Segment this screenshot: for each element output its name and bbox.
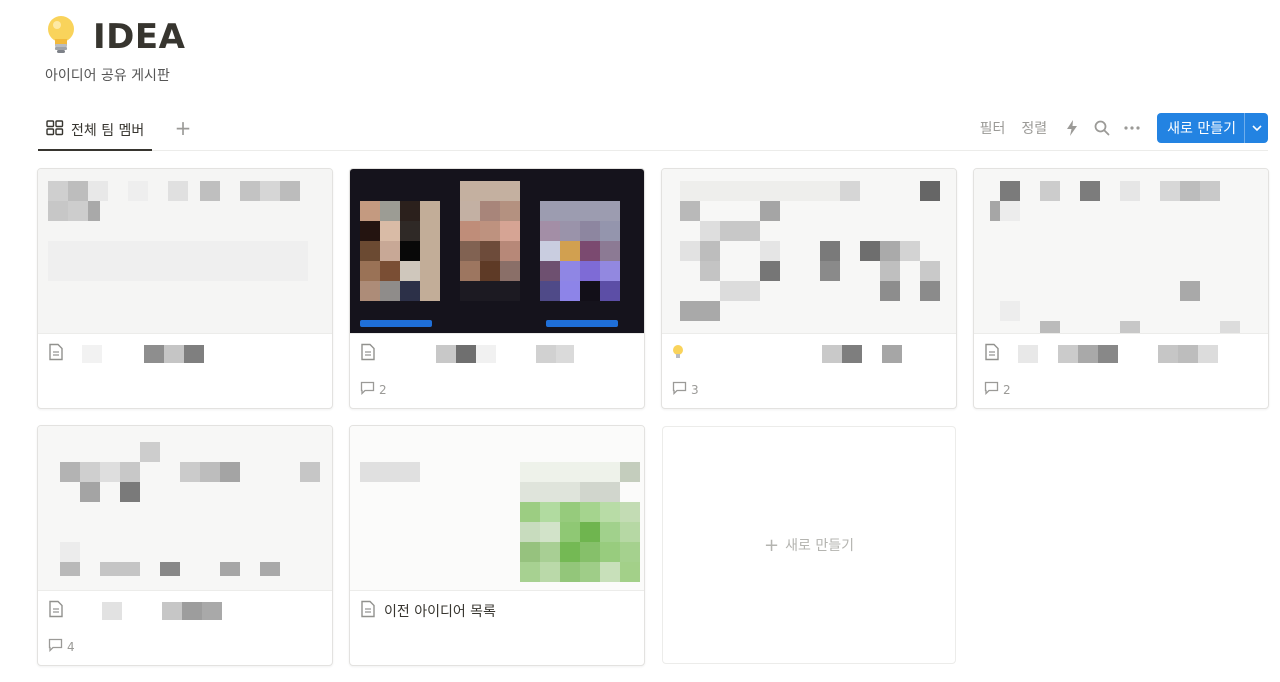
comment-icon <box>984 381 999 398</box>
card-cover-image <box>38 169 332 334</box>
gallery-card[interactable]: 2 <box>349 168 645 409</box>
gallery-card[interactable]: 4 <box>37 425 333 666</box>
comment-count-value: 2 <box>379 382 387 397</box>
gallery-card[interactable]: 2 <box>973 168 1269 409</box>
comment-icon <box>672 381 687 398</box>
gallery-card[interactable] <box>37 168 333 409</box>
card-title-text: 이전 아이디어 목록 <box>384 604 496 620</box>
gallery-card[interactable]: 3 <box>661 168 957 409</box>
lightbulb-icon <box>672 344 684 364</box>
card-title <box>984 343 1258 365</box>
more-icon[interactable] <box>1119 115 1145 141</box>
comment-count-value: 3 <box>691 382 699 397</box>
new-button[interactable]: 새로 만들기 <box>1157 113 1244 143</box>
sort-button[interactable]: 정렬 <box>1013 118 1055 138</box>
comment-count: 2 <box>984 381 1011 398</box>
plus-icon: + <box>764 534 780 556</box>
card-title: 이전 아이디어 목록 <box>360 600 634 622</box>
new-button-group: 새로 만들기 <box>1157 113 1268 143</box>
tab-label: 전체 팀 멤버 <box>71 123 145 139</box>
tab-all-team-members[interactable]: 전체 팀 멤버 <box>38 111 153 151</box>
comment-icon <box>48 638 63 655</box>
comment-count: 3 <box>672 381 699 398</box>
lightbulb-icon[interactable] <box>44 14 78 54</box>
chevron-down-icon[interactable] <box>1244 113 1268 143</box>
comment-count: 2 <box>360 381 387 398</box>
gallery-icon <box>46 120 64 140</box>
page-icon <box>48 343 64 365</box>
filter-button[interactable]: 필터 <box>972 118 1014 138</box>
comment-count-value: 2 <box>1003 382 1011 397</box>
new-card-button[interactable]: + 새로 만들기 <box>662 426 956 664</box>
card-title <box>360 343 634 365</box>
comment-count: 4 <box>48 638 75 655</box>
new-card-label: 새로 만들기 <box>785 538 854 554</box>
page-icon <box>360 343 376 365</box>
automation-bolt-icon[interactable] <box>1059 115 1085 141</box>
plus-icon: + <box>174 116 192 140</box>
add-view-button[interactable]: + <box>172 117 194 139</box>
page-title[interactable]: IDEA <box>93 14 185 60</box>
card-cover-image <box>974 169 1268 334</box>
comment-count-value: 4 <box>67 639 75 654</box>
search-icon[interactable] <box>1089 115 1115 141</box>
card-title <box>672 343 946 365</box>
page-icon <box>360 600 376 622</box>
comment-icon <box>360 381 375 398</box>
card-cover-image <box>662 169 956 334</box>
view-tabbar: 전체 팀 멤버 + 필터 정렬 새로 만들기 <box>38 111 1268 151</box>
card-title <box>48 600 322 622</box>
page-description[interactable]: 아이디어 공유 게시판 <box>45 66 170 86</box>
card-cover-image <box>38 426 332 591</box>
page-icon <box>48 600 64 622</box>
card-cover-image <box>350 426 644 591</box>
database-toolbar: 필터 정렬 새로 만들기 <box>972 113 1268 143</box>
gallery-card[interactable]: 이전 아이디어 목록 <box>349 425 645 666</box>
card-cover-image <box>350 169 644 334</box>
page-icon <box>984 343 1000 365</box>
card-title <box>48 343 322 365</box>
